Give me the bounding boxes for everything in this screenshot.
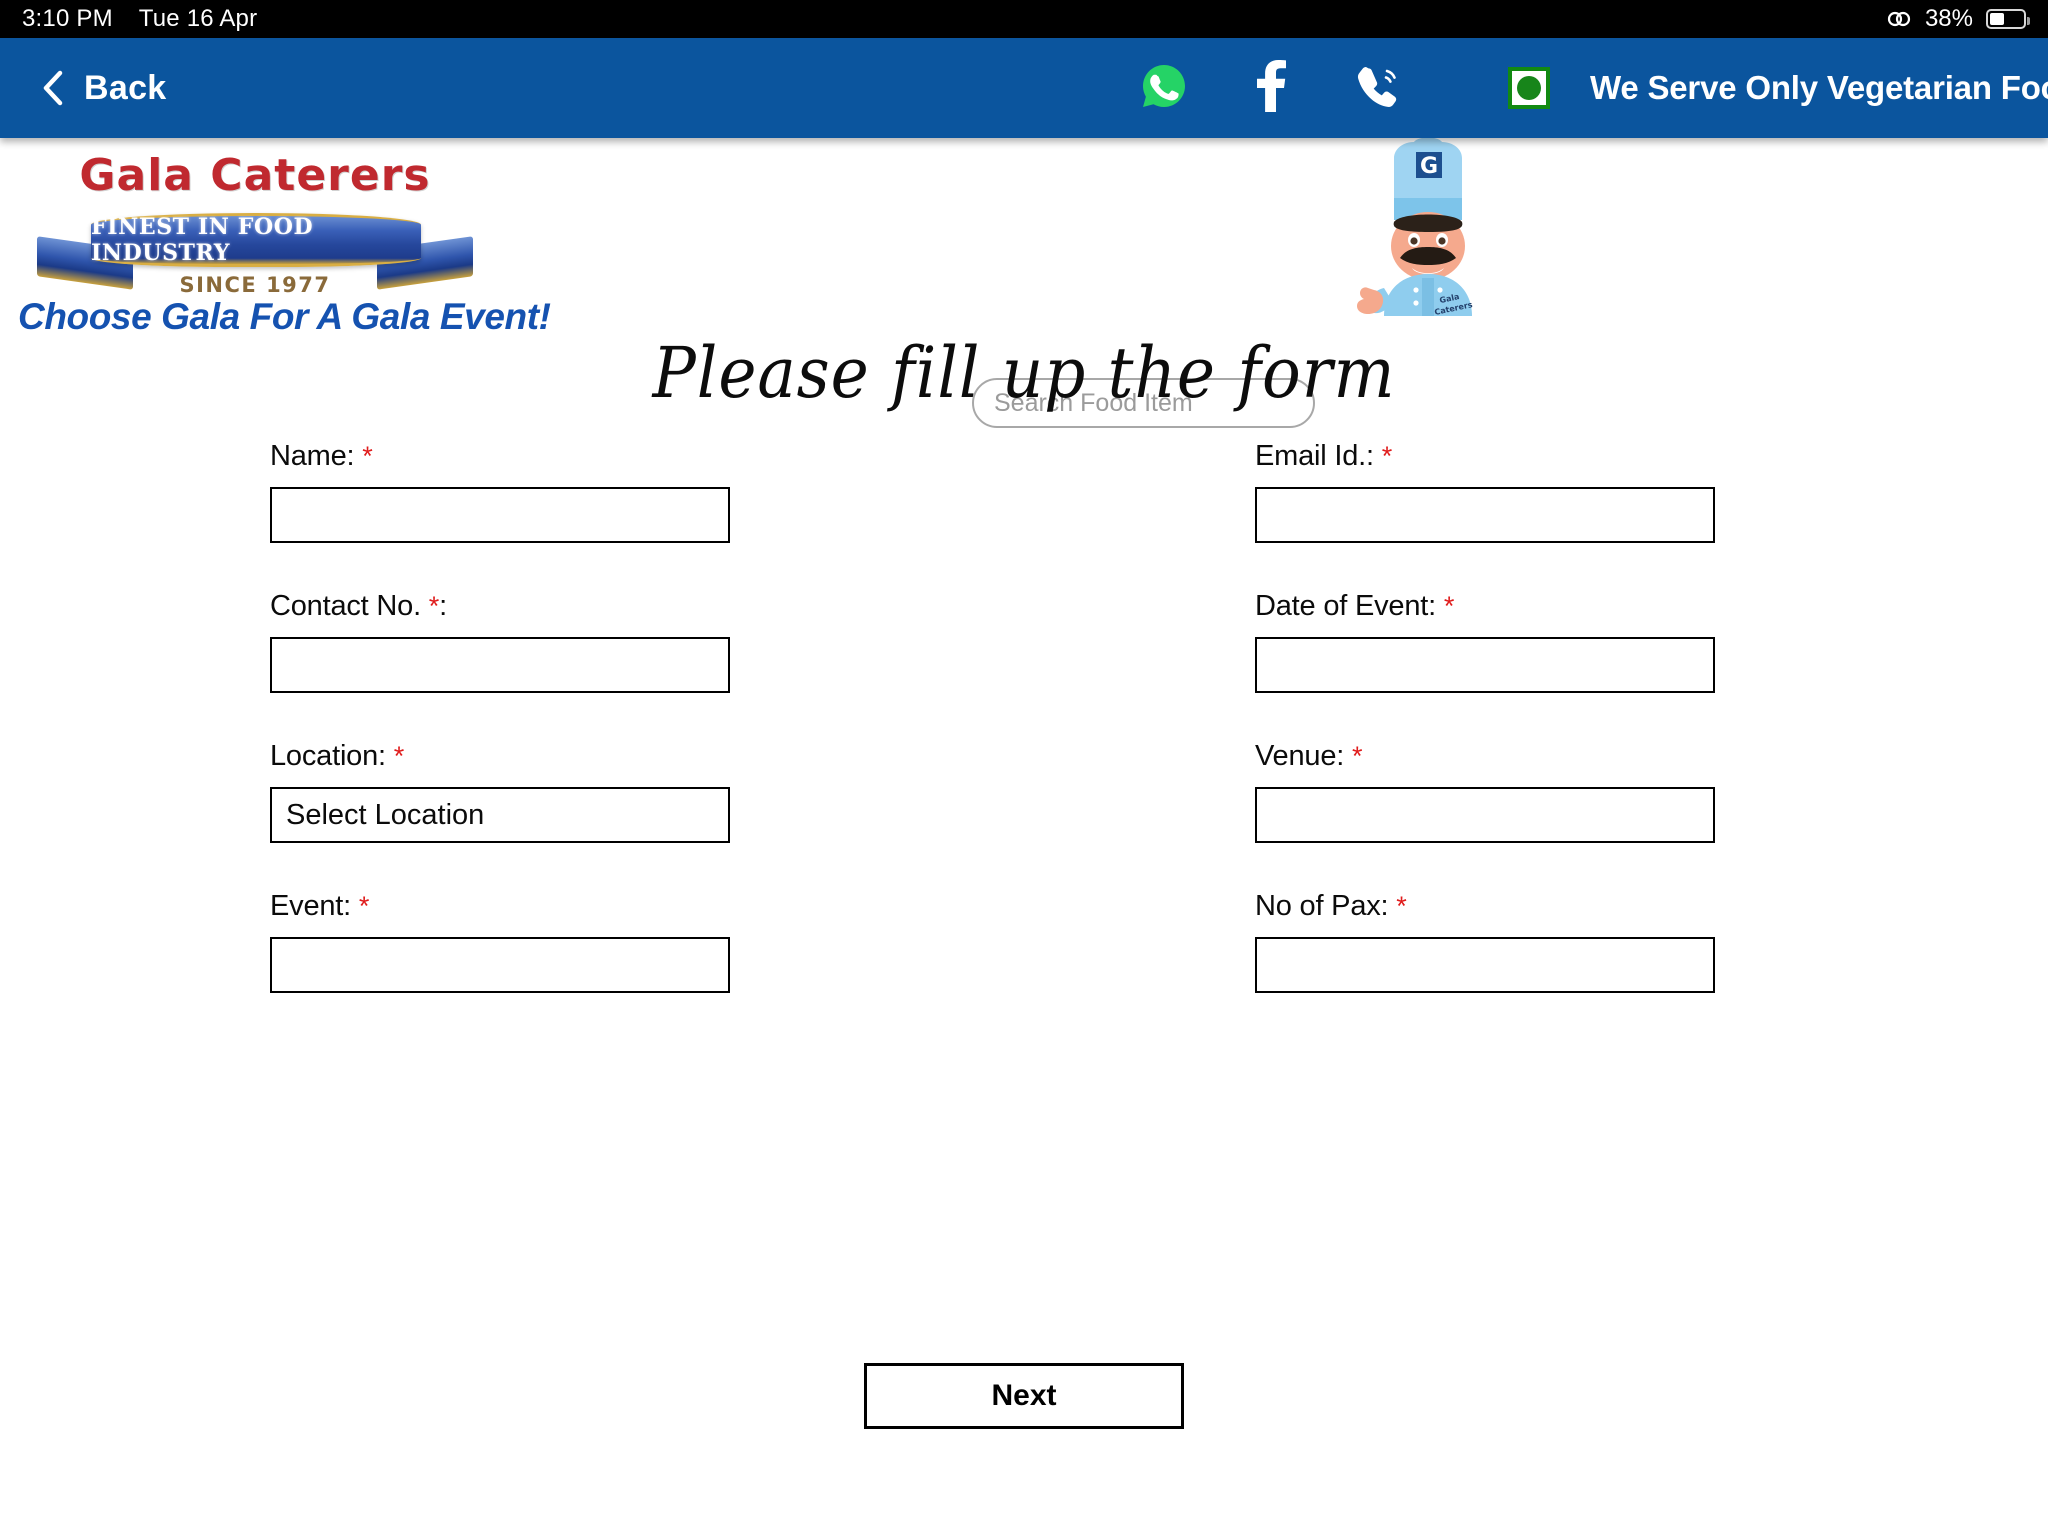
- no-of-pax-input-box[interactable]: [1255, 937, 1715, 993]
- ios-status-bar: 3:10 PM Tue 16 Apr 38%: [0, 0, 2048, 38]
- status-bar-right: 38%: [1886, 5, 2030, 33]
- date-of-event-input[interactable]: [1271, 639, 1699, 691]
- contact-input-box[interactable]: [270, 637, 730, 693]
- email-input[interactable]: [1271, 489, 1699, 541]
- status-bar-date: Tue 16 Apr: [138, 5, 258, 32]
- field-label-venue: Venue: *: [1255, 740, 1715, 773]
- field-date-of-event: Date of Event: *: [1255, 590, 1715, 693]
- social-links: [1140, 38, 1402, 138]
- vegetarian-badge-label: We Serve Only Vegetarian Food: [1590, 69, 2048, 106]
- label-text: Event:: [270, 890, 352, 922]
- brand-ribbon: FINEST IN FOOD INDUSTRY SINCE 1977: [37, 205, 473, 297]
- status-bar-left: 3:10 PM Tue 16 Apr: [22, 5, 257, 33]
- field-location: Location: * Select Location: [270, 740, 730, 843]
- brand-ribbon-text: FINEST IN FOOD INDUSTRY: [91, 214, 314, 266]
- label-text: Email Id.:: [1255, 440, 1374, 472]
- name-input[interactable]: [286, 489, 714, 541]
- booking-form: Name: * Email Id.: * Contact No. *: Date…: [270, 440, 1780, 1040]
- field-label-name: Name: *: [270, 440, 730, 473]
- field-label-no-of-pax: No of Pax: *: [1255, 890, 1715, 923]
- vegetarian-badge: We Serve Only Vegetarian Food: [1508, 38, 2048, 138]
- brand-logo[interactable]: Gala Caterers FINEST IN FOOD INDUSTRY SI…: [37, 150, 605, 297]
- brand-since-text: SINCE 1977: [179, 273, 331, 297]
- field-label-contact: Contact No. *:: [270, 590, 730, 623]
- phone-call-icon[interactable]: [1354, 62, 1402, 115]
- status-bar-time: 3:10 PM: [22, 5, 113, 32]
- brand-logo-title: Gala Caterers: [79, 150, 431, 201]
- required-marker: *: [1396, 891, 1407, 921]
- venue-input-box[interactable]: [1255, 787, 1715, 843]
- ribbon-banner: FINEST IN FOOD INDUSTRY: [91, 213, 421, 267]
- label-text: Date of Event:: [1255, 590, 1436, 622]
- battery-percent-label: 38%: [1924, 5, 1973, 32]
- field-email: Email Id.: *: [1255, 440, 1715, 543]
- back-button[interactable]: Back: [42, 69, 166, 108]
- label-text: Location:: [270, 740, 386, 772]
- label-text: Name:: [270, 440, 355, 472]
- form-heading: Please fill up the form: [652, 332, 1396, 414]
- contact-input[interactable]: [286, 639, 714, 691]
- field-label-location: Location: *: [270, 740, 730, 773]
- location-select-value: Select Location: [286, 798, 485, 831]
- grid-gap: [730, 890, 1255, 1040]
- required-marker: *: [1443, 591, 1455, 621]
- field-event: Event: *: [270, 890, 730, 993]
- form-actions: Next: [0, 1363, 2048, 1429]
- facebook-icon[interactable]: [1254, 59, 1288, 117]
- screen-mirroring-icon: [1886, 9, 1912, 29]
- location-select[interactable]: Select Location: [270, 787, 730, 843]
- required-marker: *: [1351, 741, 1363, 771]
- back-button-label: Back: [84, 68, 167, 107]
- event-input[interactable]: [286, 939, 714, 991]
- label-colon: :: [439, 590, 447, 622]
- vegetarian-mark-icon: [1508, 67, 1550, 109]
- name-input-box[interactable]: [270, 487, 730, 543]
- event-input-box[interactable]: [270, 937, 730, 993]
- grid-gap: [730, 740, 1255, 890]
- svg-text:G: G: [1420, 154, 1438, 179]
- required-marker: *: [428, 591, 440, 621]
- date-of-event-input-box[interactable]: [1255, 637, 1715, 693]
- field-label-date-of-event: Date of Event: *: [1255, 590, 1715, 623]
- no-of-pax-input[interactable]: [1271, 939, 1699, 991]
- field-label-event: Event: *: [270, 890, 730, 923]
- required-marker: *: [1381, 441, 1393, 471]
- field-contact: Contact No. *:: [270, 590, 730, 693]
- email-input-box[interactable]: [1255, 487, 1715, 543]
- next-button[interactable]: Next: [864, 1363, 1184, 1429]
- field-no-of-pax: No of Pax: *: [1255, 890, 1715, 993]
- field-label-email: Email Id.: *: [1255, 440, 1715, 473]
- required-marker: *: [393, 741, 405, 771]
- chef-mascot-icon: G Gala Caterers: [1338, 137, 1518, 317]
- app-navbar: Back We Serve Only Vegetarian Food: [0, 38, 2048, 138]
- label-text: Venue:: [1255, 740, 1345, 772]
- label-text: No of Pax:: [1255, 890, 1389, 922]
- chevron-left-icon: [42, 70, 64, 106]
- battery-icon: [1986, 9, 2030, 29]
- field-venue: Venue: *: [1255, 740, 1715, 843]
- venue-input[interactable]: [1271, 789, 1699, 841]
- required-marker: *: [362, 441, 373, 471]
- required-marker: *: [358, 891, 370, 921]
- grid-gap: [730, 440, 1255, 590]
- label-text: Contact No.: [270, 590, 429, 622]
- grid-gap: [730, 590, 1255, 740]
- whatsapp-icon[interactable]: [1140, 62, 1188, 115]
- field-name: Name: *: [270, 440, 730, 543]
